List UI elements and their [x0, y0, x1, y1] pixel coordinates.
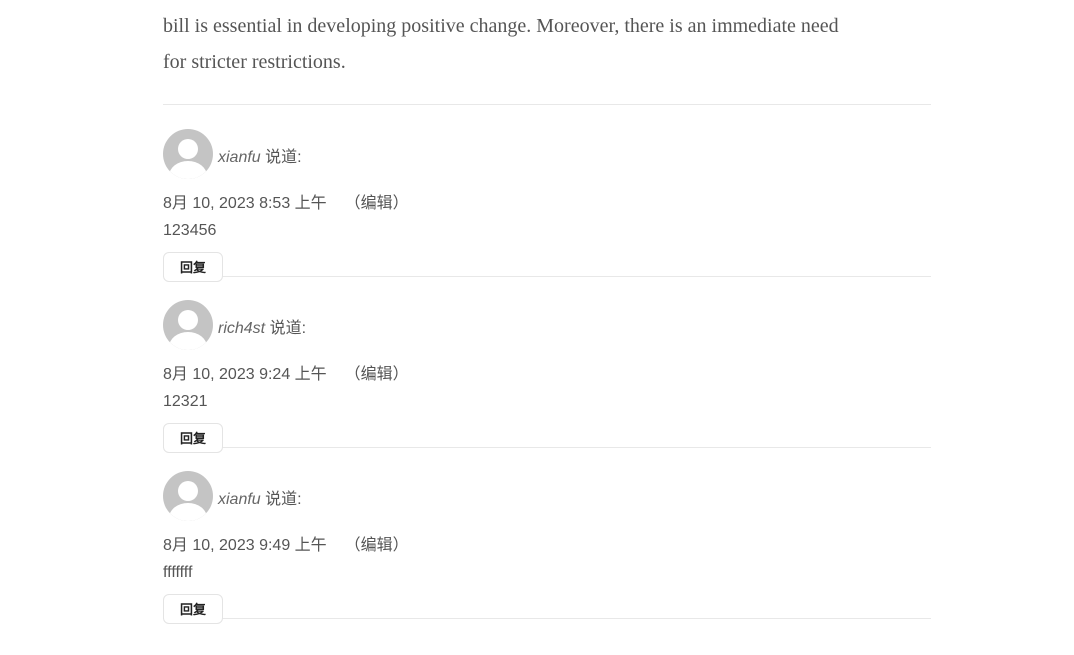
- avatar[interactable]: [163, 129, 213, 179]
- comment-meta: 8月 10, 2023 9:49 上午 （编辑）: [163, 531, 409, 555]
- article-line: bill is essential in developing positive…: [163, 15, 839, 37]
- avatar-head-shape: [178, 481, 198, 501]
- comment-body: 12321: [163, 393, 208, 410]
- comment-date[interactable]: 8月 10, 2023 9:49 上午: [163, 537, 327, 554]
- avatar-body-shape: [169, 161, 207, 179]
- comment-date[interactable]: 8月 10, 2023 9:24 上午: [163, 366, 327, 383]
- comment-body: 123456: [163, 222, 217, 239]
- comment: xianfu 说道: 8月 10, 2023 9:49 上午 （编辑） fffff…: [163, 447, 931, 624]
- comment-author-line: xianfu 说道:: [218, 485, 302, 509]
- comment-author-line: rich4st 说道:: [218, 314, 306, 338]
- avatar-head-shape: [178, 139, 198, 159]
- comment-author[interactable]: rich4st: [218, 320, 265, 337]
- says-label: 说道:: [265, 491, 302, 508]
- says-label: 说道:: [265, 149, 302, 166]
- says-label: 说道:: [269, 320, 307, 337]
- edit-link[interactable]: （编辑）: [345, 537, 409, 554]
- edit-link[interactable]: （编辑）: [345, 195, 409, 212]
- comment: rich4st 说道: 8月 10, 2023 9:24 上午 （编辑） 1232…: [163, 276, 931, 453]
- comment-body: fffffff: [163, 564, 193, 581]
- comment-meta: 8月 10, 2023 9:24 上午 （编辑）: [163, 360, 409, 384]
- avatar-body-shape: [169, 503, 207, 521]
- reply-button[interactable]: 回复: [163, 594, 223, 624]
- comment-author[interactable]: xianfu: [218, 149, 261, 166]
- comment: xianfu 说道: 8月 10, 2023 8:53 上午 （编辑） 12345…: [163, 105, 931, 282]
- comment-date[interactable]: 8月 10, 2023 8:53 上午: [163, 195, 327, 212]
- article-text: bill is essential in developing positive…: [163, 8, 931, 80]
- avatar[interactable]: [163, 471, 213, 521]
- article-line: for stricter restrictions.: [163, 51, 346, 73]
- avatar-body-shape: [169, 332, 207, 350]
- edit-link[interactable]: （编辑）: [345, 366, 409, 383]
- comment-meta: 8月 10, 2023 8:53 上午 （编辑）: [163, 189, 409, 213]
- avatar-head-shape: [178, 310, 198, 330]
- avatar[interactable]: [163, 300, 213, 350]
- comment-author-line: xianfu 说道:: [218, 143, 302, 167]
- comment-author[interactable]: xianfu: [218, 491, 261, 508]
